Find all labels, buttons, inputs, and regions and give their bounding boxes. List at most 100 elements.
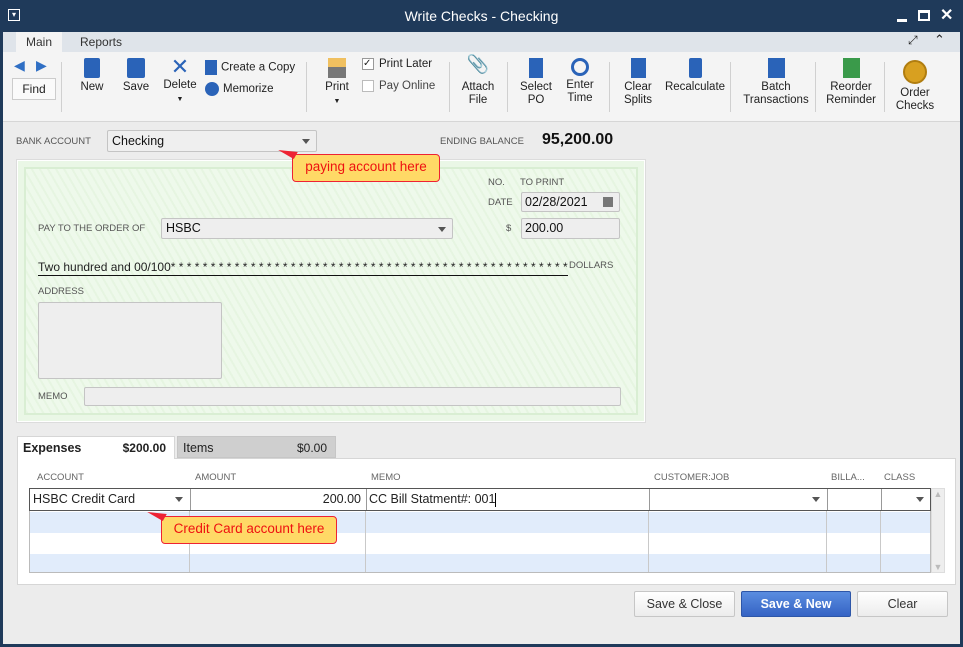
- column-header-billable: BILLA...: [831, 472, 865, 483]
- order-checks-icon: [903, 60, 927, 84]
- batch-transactions-button[interactable]: Batch Transactions: [740, 58, 812, 107]
- ending-balance-label: ENDING BALANCE: [440, 136, 524, 147]
- create-copy-button[interactable]: Create a Copy: [205, 60, 295, 75]
- calculator-icon: [688, 58, 702, 78]
- address-field[interactable]: [38, 302, 222, 379]
- separator: [306, 62, 307, 112]
- vertical-scrollbar[interactable]: ▲ ▼: [931, 488, 945, 573]
- new-button[interactable]: New: [77, 58, 107, 94]
- separator: [815, 62, 816, 112]
- amount-field[interactable]: 200.00: [521, 218, 620, 239]
- tab-expenses[interactable]: Expenses $200.00: [17, 436, 175, 459]
- back-arrow-icon[interactable]: ◀: [14, 57, 25, 74]
- select-po-button[interactable]: Select PO: [518, 58, 554, 107]
- separator: [730, 62, 731, 112]
- order-checks-button[interactable]: Order Checks: [893, 60, 937, 113]
- paperclip-icon: 📎: [466, 54, 490, 74]
- save-icon: [127, 58, 145, 78]
- column-header-class: CLASS: [884, 472, 916, 483]
- payee-dropdown[interactable]: HSBC: [161, 218, 453, 239]
- memo-cell[interactable]: CC Bill Statment#: 001: [366, 489, 648, 510]
- save-new-button[interactable]: Save & New: [741, 591, 851, 617]
- column-header-amount: AMOUNT: [195, 472, 237, 483]
- memo-field[interactable]: [84, 387, 621, 406]
- separator: [884, 62, 885, 112]
- save-close-button[interactable]: Save & Close: [634, 591, 735, 617]
- maximize-icon[interactable]: [918, 10, 930, 21]
- expand-icon[interactable]: ⤢: [908, 33, 918, 48]
- billable-cell[interactable]: [827, 489, 880, 510]
- copy-icon: [205, 60, 217, 75]
- amount-in-words: Two hundred and 00/100* * * * * * * * * …: [38, 260, 568, 276]
- dropdown-arrow-icon: [916, 497, 924, 502]
- tab-reports[interactable]: Reports: [70, 32, 132, 52]
- chevron-down-icon: ▼: [176, 96, 184, 103]
- tab-items[interactable]: Items $0.00: [177, 436, 336, 458]
- separator: [507, 62, 508, 112]
- calendar-icon[interactable]: [603, 197, 613, 207]
- separator: [61, 62, 62, 112]
- checkbox-checked-icon: ✓: [362, 58, 374, 70]
- column-header-customer-job: CUSTOMER:JOB: [654, 472, 730, 483]
- callout-bank-account: paying account here: [278, 143, 440, 182]
- print-button[interactable]: Print ▼: [322, 58, 352, 108]
- check-no-value: TO PRINT: [520, 177, 565, 188]
- check-form: NO. TO PRINT DATE 02/28/2021 PAY TO THE …: [16, 159, 646, 423]
- memorize-button[interactable]: Memorize: [205, 82, 273, 96]
- dropdown-arrow-icon: [175, 497, 183, 502]
- ending-balance: 95,200.00: [542, 131, 614, 148]
- date-field[interactable]: 02/28/2021: [521, 192, 620, 212]
- select-po-icon: [529, 58, 543, 78]
- dropdown-arrow-icon: [302, 139, 310, 144]
- pay-online-checkbox[interactable]: Pay Online: [362, 80, 435, 93]
- save-button[interactable]: Save: [121, 58, 151, 94]
- column-header-account: ACCOUNT: [37, 472, 84, 483]
- minimize-icon[interactable]: [897, 19, 907, 22]
- customer-job-cell[interactable]: [649, 489, 826, 510]
- amount-cell[interactable]: 200.00: [190, 489, 365, 510]
- new-document-icon: [84, 58, 100, 78]
- toolbar: ◀ ▶ Find New Save ✕ Delete ▼ Create a Copy…: [3, 52, 960, 122]
- payee-label: PAY TO THE ORDER OF: [38, 223, 146, 234]
- column-header-memo: MEMO: [371, 472, 401, 483]
- window-title: Write Checks - Checking: [404, 8, 559, 24]
- address-label: ADDRESS: [38, 286, 84, 297]
- reorder-reminder-icon: [842, 58, 860, 78]
- scroll-up-icon[interactable]: ▲: [932, 489, 944, 499]
- date-label: DATE: [488, 197, 513, 208]
- check-no-label: NO.: [488, 177, 505, 188]
- forward-arrow-icon[interactable]: ▶: [36, 57, 47, 74]
- bank-account-label: BANK ACCOUNT: [16, 136, 91, 147]
- recalculate-button[interactable]: Recalculate: [663, 58, 727, 94]
- close-icon[interactable]: ✕: [940, 5, 953, 25]
- title-bar: ▾ Write Checks - Checking ✕: [0, 0, 963, 32]
- text-cursor: [495, 492, 497, 507]
- attach-file-button[interactable]: 📎 Attach File: [458, 54, 498, 107]
- delete-x-icon: ✕: [170, 54, 190, 79]
- memorize-icon: [205, 82, 219, 96]
- table-row[interactable]: HSBC Credit Card 200.00 CC Bill Statment…: [29, 488, 931, 511]
- clear-button[interactable]: Clear: [857, 591, 948, 617]
- account-cell[interactable]: HSBC Credit Card: [30, 489, 189, 510]
- print-later-checkbox[interactable]: ✓ Print Later: [362, 58, 432, 71]
- clear-splits-button[interactable]: Clear Splits: [620, 58, 656, 107]
- ribbon-tabs: Main Reports ⤢ ⌃: [3, 32, 960, 52]
- enter-time-button[interactable]: Enter Time: [562, 58, 598, 105]
- clear-splits-icon: [630, 58, 646, 78]
- separator: [449, 62, 450, 112]
- find-button[interactable]: Find: [12, 78, 56, 100]
- dropdown-arrow-icon: [438, 227, 446, 232]
- batch-transactions-icon: [767, 58, 785, 78]
- printer-icon: [328, 58, 346, 78]
- scroll-down-icon[interactable]: ▼: [932, 562, 944, 572]
- stopwatch-icon: [571, 58, 589, 76]
- memo-label: MEMO: [38, 391, 68, 402]
- collapse-ribbon-icon[interactable]: ⌃: [934, 32, 945, 48]
- callout-credit-card-account: Credit Card account here: [147, 505, 337, 544]
- reorder-reminder-button[interactable]: Reorder Reminder: [824, 58, 878, 107]
- delete-button[interactable]: ✕ Delete ▼: [161, 56, 199, 106]
- tab-main[interactable]: Main: [16, 32, 63, 52]
- class-cell[interactable]: [881, 489, 930, 510]
- dollar-sign-label: $: [506, 223, 512, 234]
- dropdown-arrow-icon: [812, 497, 820, 502]
